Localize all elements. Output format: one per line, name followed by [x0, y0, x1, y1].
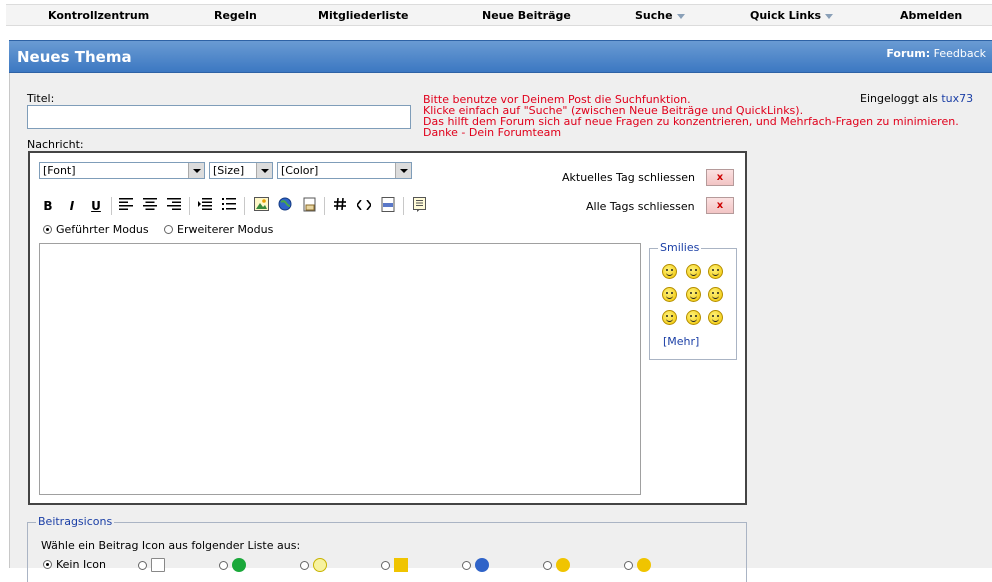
- radio-icon: [462, 561, 471, 570]
- post-icons-description: Wähle ein Beitrag Icon aus folgender Lis…: [41, 539, 301, 552]
- radio-icon: [381, 561, 390, 570]
- insert-image-icon[interactable]: [252, 197, 270, 215]
- smiley-icon[interactable]: [662, 264, 677, 279]
- smiley-icon[interactable]: [686, 310, 701, 325]
- insert-email-icon[interactable]: [300, 197, 318, 215]
- close-all-tags-button[interactable]: x: [706, 197, 734, 214]
- post-icon-option[interactable]: [624, 558, 651, 572]
- title-input[interactable]: [27, 105, 411, 129]
- smiley-icon[interactable]: [662, 310, 677, 325]
- php-code-icon[interactable]: [379, 197, 397, 215]
- chevron-down-icon: [256, 163, 272, 178]
- radio-icon: [219, 561, 228, 570]
- page-header: Neues Thema Forum: Feedback: [9, 40, 992, 73]
- font-select[interactable]: [Font]: [39, 162, 205, 179]
- post-icon-option[interactable]: [381, 558, 408, 572]
- post-icons-box: Beitragsicons Wähle ein Beitrag Icon aus…: [27, 515, 747, 582]
- list-icon[interactable]: [220, 197, 238, 215]
- chevron-down-icon: [825, 13, 834, 19]
- forum-breadcrumb: Forum: Feedback: [886, 47, 986, 60]
- close-current-tag-button[interactable]: x: [706, 169, 734, 186]
- toolbar-separator: [189, 197, 190, 215]
- page-title: Neues Thema: [17, 48, 132, 66]
- more-smilies-link[interactable]: [Mehr]: [663, 335, 699, 348]
- close-current-tag-label: Aktuelles Tag schliessen: [562, 171, 696, 184]
- forum-link[interactable]: Feedback: [934, 47, 986, 60]
- smiley-icon[interactable]: [686, 287, 701, 302]
- post-icon-none[interactable]: Kein Icon: [43, 558, 106, 571]
- smilies-legend: Smilies: [658, 241, 702, 254]
- message-textarea[interactable]: [39, 243, 641, 495]
- bold-button[interactable]: B: [39, 197, 57, 215]
- warning-icon: [394, 558, 408, 572]
- color-select[interactable]: [Color]: [277, 162, 412, 179]
- insert-link-icon[interactable]: [276, 197, 294, 215]
- message-label: Nachricht:: [27, 138, 84, 151]
- mode-guided[interactable]: Geführter Modus: [43, 223, 149, 236]
- title-label: Titel:: [27, 92, 55, 105]
- close-all-tags-label: Alle Tags schliessen: [586, 200, 695, 213]
- smilies-box: Smilies [Mehr]: [649, 241, 737, 360]
- post-icon-option[interactable]: [462, 558, 489, 572]
- toolbar-separator: [403, 197, 404, 215]
- username-link[interactable]: tux73: [941, 92, 973, 105]
- smiley-icon: [637, 558, 651, 572]
- nav-mitgliederliste[interactable]: Mitgliederliste: [318, 9, 408, 22]
- nav-suche[interactable]: Suche: [635, 9, 685, 22]
- align-center-icon[interactable]: [141, 197, 159, 215]
- post-icon-option[interactable]: [138, 558, 165, 572]
- underline-button[interactable]: U: [87, 197, 105, 215]
- post-icon-option[interactable]: [300, 558, 327, 572]
- quote-icon[interactable]: [410, 197, 428, 215]
- nav-abmelden[interactable]: Abmelden: [900, 9, 962, 22]
- align-right-icon[interactable]: [165, 197, 183, 215]
- post-icon-option[interactable]: [219, 558, 246, 572]
- smiley-icon[interactable]: [686, 264, 701, 279]
- question-icon: [475, 558, 489, 572]
- chevron-down-icon: [188, 163, 204, 178]
- radio-icon: [164, 225, 173, 234]
- mode-extended[interactable]: Erweiterer Modus: [164, 223, 273, 236]
- indent-icon[interactable]: [196, 197, 214, 215]
- radio-icon: [624, 561, 633, 570]
- chevron-down-icon: [676, 13, 685, 19]
- toolbar-separator: [111, 197, 112, 215]
- nav-neue-beitraege[interactable]: Neue Beiträge: [482, 9, 571, 22]
- document-icon: [151, 558, 165, 572]
- smiley-icon[interactable]: [708, 287, 723, 302]
- italic-button[interactable]: I: [63, 197, 81, 215]
- message-editor: [Font] [Size] [Color] Aktuelles Tag schl…: [28, 151, 747, 505]
- code-icon[interactable]: [355, 197, 373, 215]
- nav-kontrollzentrum[interactable]: Kontrollzentrum: [48, 9, 149, 22]
- align-left-icon[interactable]: [117, 197, 135, 215]
- radio-icon: [43, 225, 52, 234]
- radio-icon: [138, 561, 147, 570]
- cool-smiley-icon: [556, 558, 570, 572]
- nav-regeln[interactable]: Regeln: [214, 9, 257, 22]
- top-navbar: Kontrollzentrum Regeln Mitgliederliste N…: [6, 4, 992, 26]
- post-icon-option[interactable]: [543, 558, 570, 572]
- radio-icon: [543, 561, 552, 570]
- hash-icon[interactable]: [331, 197, 349, 215]
- post-icons-legend: Beitragsicons: [36, 515, 115, 528]
- smiley-icon[interactable]: [708, 264, 723, 279]
- toolbar-separator: [324, 197, 325, 215]
- smiley-icon[interactable]: [662, 287, 677, 302]
- arrow-right-icon: [232, 558, 246, 572]
- radio-icon: [300, 561, 309, 570]
- chevron-down-icon: [395, 163, 411, 178]
- lightbulb-icon: [313, 558, 327, 572]
- smiley-icon[interactable]: [708, 310, 723, 325]
- logged-in-info: Eingeloggt als tux73: [860, 92, 974, 105]
- toolbar-separator: [244, 197, 245, 215]
- size-select[interactable]: [Size]: [209, 162, 273, 179]
- nav-quick-links[interactable]: Quick Links: [750, 9, 834, 22]
